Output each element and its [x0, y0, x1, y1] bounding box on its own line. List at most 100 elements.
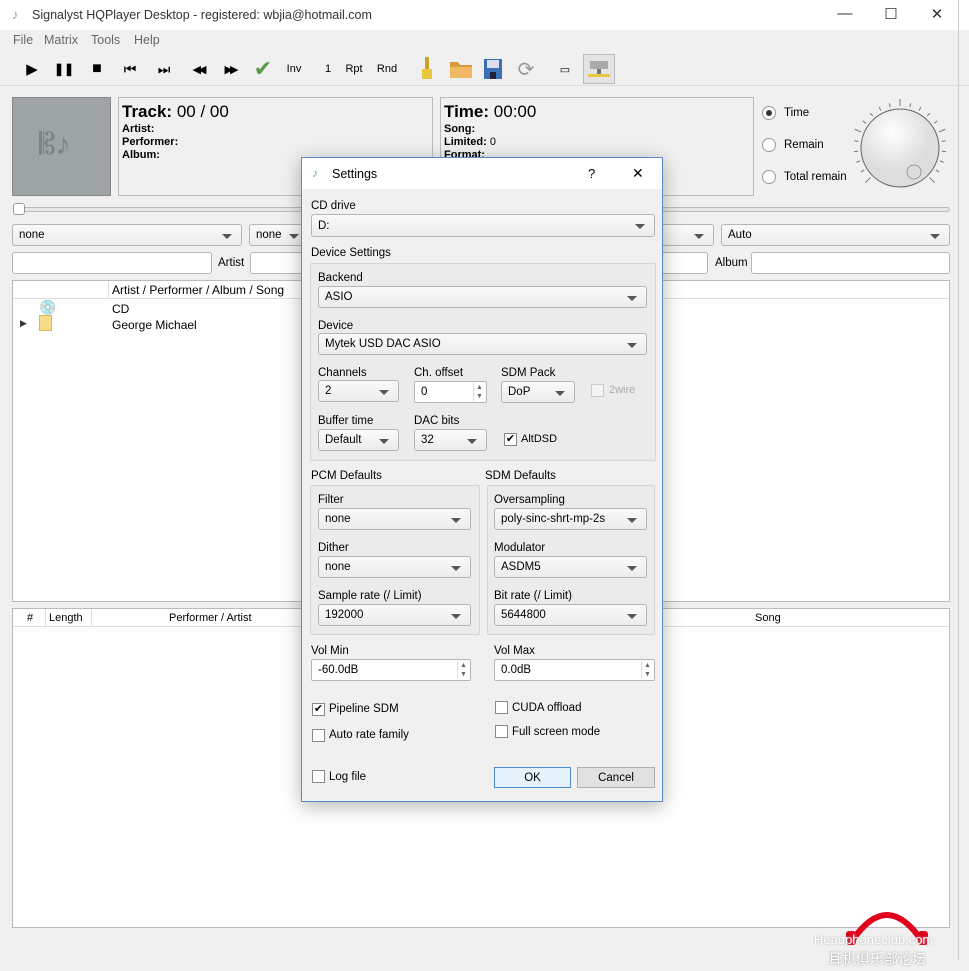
stop-button[interactable]: ■	[87, 58, 107, 80]
refresh-icon[interactable]: ⟳	[514, 58, 538, 81]
menu-tools[interactable]: Tools	[91, 33, 120, 47]
check-icon[interactable]: ✔	[250, 56, 276, 81]
genre-combo[interactable]: none	[12, 224, 242, 246]
modulator-label: Modulator	[494, 542, 546, 554]
menu-help[interactable]: Help	[134, 33, 160, 47]
vol-min-value: -60.0dB	[318, 664, 359, 676]
vol-max-spinbox[interactable]: 0.0dB ▲ ▼	[494, 659, 655, 681]
expand-arrow-icon[interactable]: ▶	[20, 318, 27, 329]
spin-arrows-icon[interactable]: ▲ ▼	[457, 661, 469, 679]
ch-offset-label: Ch. offset	[414, 367, 464, 379]
menu-matrix[interactable]: Matrix	[44, 33, 78, 47]
channels-combo[interactable]: 2	[318, 380, 399, 402]
log-file-checkbox[interactable]	[312, 770, 325, 783]
column-length[interactable]: Length	[49, 612, 83, 624]
oversampling-combo[interactable]: poly-sinc-shrt-mp-2s	[494, 508, 647, 530]
help-button[interactable]: ?	[588, 166, 595, 181]
radio-remain[interactable]: Remain	[762, 138, 824, 152]
forward-button[interactable]: ▶▶	[218, 58, 242, 80]
log-file-label: Log file	[329, 771, 367, 783]
menu-file[interactable]: File	[13, 33, 33, 47]
title-input[interactable]	[660, 252, 708, 274]
tree-column-header[interactable]: Artist / Performer / Album / Song	[112, 283, 284, 297]
cuda-offload-checkbox[interactable]	[495, 701, 508, 714]
dither-label: Dither	[318, 542, 349, 554]
pause-button[interactable]: ❚❚	[54, 58, 74, 80]
open-folder-icon[interactable]	[448, 58, 474, 80]
invert-button[interactable]: Inv	[283, 58, 305, 80]
radio-label: Remain	[784, 139, 824, 151]
sample-rate-combo[interactable]: 192000	[318, 604, 471, 626]
ch-offset-spinbox[interactable]: 0 ▲ ▼	[414, 381, 487, 403]
altdsd-checkbox[interactable]: ✔	[504, 433, 517, 446]
full-screen-checkbox[interactable]	[495, 725, 508, 738]
column-number[interactable]: #	[27, 612, 33, 624]
random-button[interactable]: Rnd	[374, 58, 400, 80]
sample-rate-label: Sample rate (/ Limit)	[318, 590, 422, 602]
buffer-time-combo[interactable]: Default	[318, 429, 399, 451]
seek-handle[interactable]	[13, 203, 25, 215]
close-button[interactable]: ✕	[922, 5, 952, 25]
radio-button[interactable]	[762, 170, 776, 184]
vol-min-spinbox[interactable]: -60.0dB ▲ ▼	[311, 659, 471, 681]
search-input[interactable]	[12, 252, 212, 274]
sdm-pack-label: SDM Pack	[501, 367, 556, 379]
radio-time[interactable]: Time	[762, 106, 809, 120]
dac-bits-label: DAC bits	[414, 415, 460, 427]
modulator-combo[interactable]: ASDM5	[494, 556, 647, 578]
spin-arrows-icon[interactable]: ▲ ▼	[473, 383, 485, 401]
maximize-button[interactable]: ☐	[876, 5, 906, 25]
tree-item-cd[interactable]: CD	[112, 302, 129, 316]
cd-drive-combo[interactable]: D:	[311, 214, 655, 237]
knob-tick	[854, 140, 859, 142]
track-label: Track:	[122, 102, 173, 121]
dialog-close-button[interactable]: ✕	[632, 165, 644, 182]
clear-brush-icon[interactable]	[416, 57, 438, 80]
repeat-button[interactable]: Rpt	[342, 58, 366, 80]
tree-item-george-michael[interactable]: George Michael	[112, 318, 197, 332]
album-input[interactable]	[751, 252, 950, 274]
bit-rate-combo[interactable]: 5644800	[494, 604, 647, 626]
sdm-pack-combo[interactable]: DoP	[501, 381, 575, 403]
channels-label: Channels	[318, 367, 367, 379]
window-title: Signalyst HQPlayer Desktop - registered:…	[32, 8, 372, 22]
filter-combo[interactable]: none	[318, 508, 471, 530]
filter-combo-3[interactable]	[660, 224, 714, 246]
spin-arrows-icon[interactable]: ▲ ▼	[641, 661, 653, 679]
radio-button[interactable]	[762, 106, 776, 120]
dac-bits-combo[interactable]: 32	[414, 429, 487, 451]
auto-rate-family-checkbox[interactable]	[312, 729, 325, 742]
watermark-logo: Headphoneclub.com 耳机俱乐部论坛	[812, 905, 967, 971]
column-performer[interactable]: Performer / Artist	[169, 612, 252, 624]
sdm-defaults-label: SDM Defaults	[485, 470, 556, 482]
pipeline-sdm-checkbox[interactable]: ✔	[312, 703, 325, 716]
fullscreen-button[interactable]: ▭	[556, 58, 574, 80]
previous-button[interactable]: ⏮	[118, 58, 142, 80]
column-song[interactable]: Song	[755, 612, 781, 624]
next-button[interactable]: ⏭	[152, 58, 176, 80]
single-button[interactable]: 1	[321, 58, 335, 80]
time-label: Time:	[444, 102, 490, 121]
radio-button[interactable]	[762, 138, 776, 152]
save-icon[interactable]	[482, 58, 504, 80]
filter-combo-2[interactable]: none	[249, 224, 309, 246]
network-icon[interactable]	[583, 54, 615, 84]
minimize-button[interactable]: —	[830, 5, 860, 25]
toolbar: ▶ ❚❚ ■ ⏮ ⏭ ◀◀ ▶▶ ✔ Inv 1 Rpt Rnd ⟳ ▭	[0, 52, 969, 86]
rewind-button[interactable]: ◀◀	[186, 58, 210, 80]
twowire-checkbox[interactable]	[591, 384, 604, 397]
cd-drive-label: CD drive	[311, 200, 356, 212]
radio-total-remain[interactable]: Total remain	[762, 170, 847, 184]
ok-button[interactable]: OK	[494, 767, 571, 788]
device-combo[interactable]: Mytek USD DAC ASIO	[318, 333, 647, 355]
play-button[interactable]: ▶	[22, 58, 42, 80]
cancel-button[interactable]: Cancel	[577, 767, 655, 788]
backend-combo[interactable]: ASIO	[318, 286, 647, 308]
knob-tick	[926, 112, 931, 117]
track-value: 00 / 00	[176, 102, 229, 121]
dither-combo[interactable]: none	[318, 556, 471, 578]
mode-combo[interactable]: Auto	[721, 224, 950, 246]
volume-knob[interactable]	[850, 97, 950, 197]
auto-rate-family-label: Auto rate family	[329, 729, 409, 741]
knob-tick	[854, 128, 862, 133]
